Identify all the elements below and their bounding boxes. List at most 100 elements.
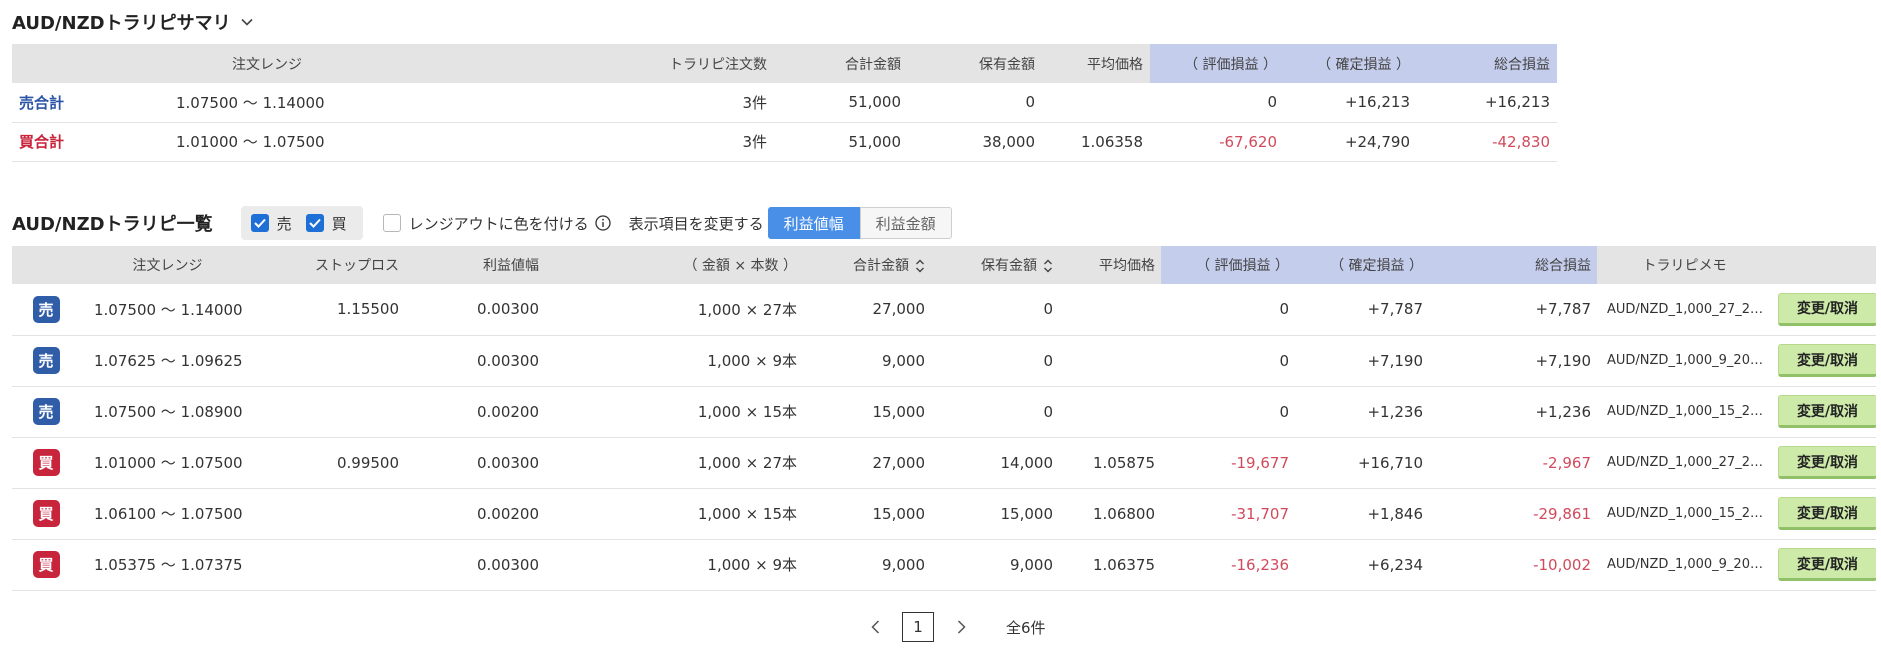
overall-pl: +7,787 <box>1429 284 1597 336</box>
list-header-total-sort[interactable]: 合計金額 <box>803 246 931 284</box>
list-header-held-sort[interactable]: 保有金額 <box>931 246 1059 284</box>
order-range: 1.01000 〜 1.07500 <box>80 437 255 489</box>
overall-pl: -29,861 <box>1429 488 1597 540</box>
side-cell: 買 <box>12 437 80 489</box>
table-row: 売 1.07625 〜 1.09625 0.00300 1,000 × 9本 9… <box>12 335 1876 387</box>
sort-updown-icon[interactable] <box>915 259 925 273</box>
order-range: 1.06100 〜 1.07500 <box>80 488 255 540</box>
modify-cancel-button[interactable]: 変更/取消 <box>1778 548 1876 581</box>
side-filter: 売 買 <box>240 206 363 240</box>
summary-held: 0 <box>908 83 1042 123</box>
summary-header-held: 保有金額 <box>908 44 1042 83</box>
avg-price <box>1059 386 1161 438</box>
display-toggle-label: 表示項目を変更する <box>628 214 764 233</box>
held-amount: 14,000 <box>931 437 1059 489</box>
list-header-unrealized: （ 評価損益 ） <box>1161 246 1295 284</box>
trap-memo: AUD/NZD_1,000_15_2… <box>1597 488 1772 540</box>
display-profit-amount-button[interactable]: 利益金額 <box>859 207 952 239</box>
total-amount: 27,000 <box>803 437 931 489</box>
summary-count: 3件 <box>646 83 774 123</box>
held-amount: 0 <box>931 386 1059 438</box>
amount-count: 1,000 × 27本 <box>545 284 803 336</box>
summary-total: 51,000 <box>774 83 908 123</box>
filter-sell-checkbox[interactable]: 売 <box>250 213 292 234</box>
list-title: AUD/NZDトラリピ一覧 <box>12 214 213 235</box>
trap-memo: AUD/NZD_1,000_27_2… <box>1597 437 1772 489</box>
range-out-checkbox[interactable]: レンジアウトに色を付ける <box>382 213 611 234</box>
avg-price <box>1059 335 1161 387</box>
table-row: 買 1.06100 〜 1.07500 0.00200 1,000 × 15本 … <box>12 488 1876 540</box>
summary-range: 1.01000 〜 1.07500 <box>176 122 646 162</box>
chevron-left-icon[interactable] <box>860 612 890 642</box>
held-amount: 0 <box>931 335 1059 387</box>
summary-avg: 1.06358 <box>1042 122 1150 162</box>
held-amount: 9,000 <box>931 539 1059 591</box>
modify-cancel-button[interactable]: 変更/取消 <box>1778 395 1876 428</box>
stop-loss <box>255 386 405 438</box>
side-cell: 買 <box>12 539 80 591</box>
list-header-amount: （ 金額 × 本数 ） <box>545 246 803 284</box>
summary-table: 注文レンジ トラリピ注文数 合計金額 保有金額 平均価格 （ 評価損益 ） （ … <box>12 44 1557 162</box>
modify-cancel-button[interactable]: 変更/取消 <box>1778 344 1876 377</box>
trap-memo: AUD/NZD_1,000_27_2… <box>1597 284 1772 336</box>
table-row: 売 1.07500 〜 1.08900 0.00200 1,000 × 15本 … <box>12 386 1876 438</box>
summary-total: 51,000 <box>774 122 908 162</box>
check-icon <box>250 214 269 232</box>
side-badge: 買 <box>32 551 60 578</box>
unrealized-pl: 0 <box>1161 284 1295 336</box>
profit-width: 0.00300 <box>405 539 545 591</box>
order-range: 1.07625 〜 1.09625 <box>80 335 255 387</box>
filter-buy-label: 買 <box>331 214 347 233</box>
list-header-action <box>1772 246 1876 284</box>
summary-header-avg: 平均価格 <box>1042 44 1150 83</box>
realized-pl: +6,234 <box>1295 539 1429 591</box>
stop-loss <box>255 488 405 540</box>
info-circle-icon[interactable] <box>594 215 611 231</box>
stop-loss <box>255 335 405 387</box>
held-amount: 0 <box>931 284 1059 336</box>
summary-overall: +16,213 <box>1417 83 1557 123</box>
list-toolbar: AUD/NZDトラリピ一覧 売 買 レンジアウトに色を付ける 表示項目を変更する… <box>12 206 1872 240</box>
summary-header-row: 注文レンジ トラリピ注文数 合計金額 保有金額 平均価格 （ 評価損益 ） （ … <box>12 44 1557 83</box>
modify-cancel-button[interactable]: 変更/取消 <box>1778 497 1876 530</box>
summary-row-buy: 買合計 1.01000 〜 1.07500 3件 51,000 38,000 1… <box>12 122 1557 162</box>
realized-pl: +1,236 <box>1295 386 1429 438</box>
total-amount: 9,000 <box>803 335 931 387</box>
chevron-right-icon[interactable] <box>946 612 976 642</box>
filter-buy-checkbox[interactable]: 買 <box>305 213 347 234</box>
avg-price: 1.06375 <box>1059 539 1161 591</box>
held-amount: 15,000 <box>931 488 1059 540</box>
filter-sell-label: 売 <box>276 214 292 233</box>
summary-range: 1.07500 〜 1.14000 <box>176 83 646 123</box>
summary-header-overall: 総合損益 <box>1417 44 1557 83</box>
action-cell: 変更/取消 <box>1772 386 1876 438</box>
modify-cancel-button[interactable]: 変更/取消 <box>1778 446 1876 479</box>
unrealized-pl: 0 <box>1161 335 1295 387</box>
summary-header-unrealized: （ 評価損益 ） <box>1150 44 1284 83</box>
list-header-memo: トラリピメモ <box>1597 246 1772 284</box>
range-out-label: レンジアウトに色を付ける <box>408 214 589 233</box>
sort-updown-icon[interactable] <box>1043 259 1053 273</box>
chevron-down-icon[interactable] <box>241 18 253 26</box>
list-header-realized: （ 確定損益 ） <box>1295 246 1429 284</box>
summary-header-side <box>12 44 176 83</box>
amount-count: 1,000 × 15本 <box>545 488 803 540</box>
page-number[interactable]: 1 <box>902 612 934 642</box>
display-profit-width-button[interactable]: 利益値幅 <box>767 207 860 239</box>
overall-pl: -10,002 <box>1429 539 1597 591</box>
side-cell: 売 <box>12 386 80 438</box>
unrealized-pl: 0 <box>1161 386 1295 438</box>
action-cell: 変更/取消 <box>1772 539 1876 591</box>
overall-pl: -2,967 <box>1429 437 1597 489</box>
order-range: 1.07500 〜 1.14000 <box>80 284 255 336</box>
summary-header-count: トラリピ注文数 <box>646 44 774 83</box>
trap-list-table: 注文レンジ ストップロス 利益値幅 （ 金額 × 本数 ） 合計金額 保有金額 … <box>12 246 1876 591</box>
summary-avg <box>1042 83 1150 123</box>
list-header-range: 注文レンジ <box>80 246 255 284</box>
total-amount: 15,000 <box>803 386 931 438</box>
modify-cancel-button[interactable]: 変更/取消 <box>1778 292 1876 326</box>
overall-pl: +1,236 <box>1429 386 1597 438</box>
summary-side-label: 買合計 <box>12 122 176 162</box>
summary-title-toggle[interactable]: AUD/NZDトラリピサマリ <box>12 8 253 36</box>
amount-count: 1,000 × 9本 <box>545 539 803 591</box>
